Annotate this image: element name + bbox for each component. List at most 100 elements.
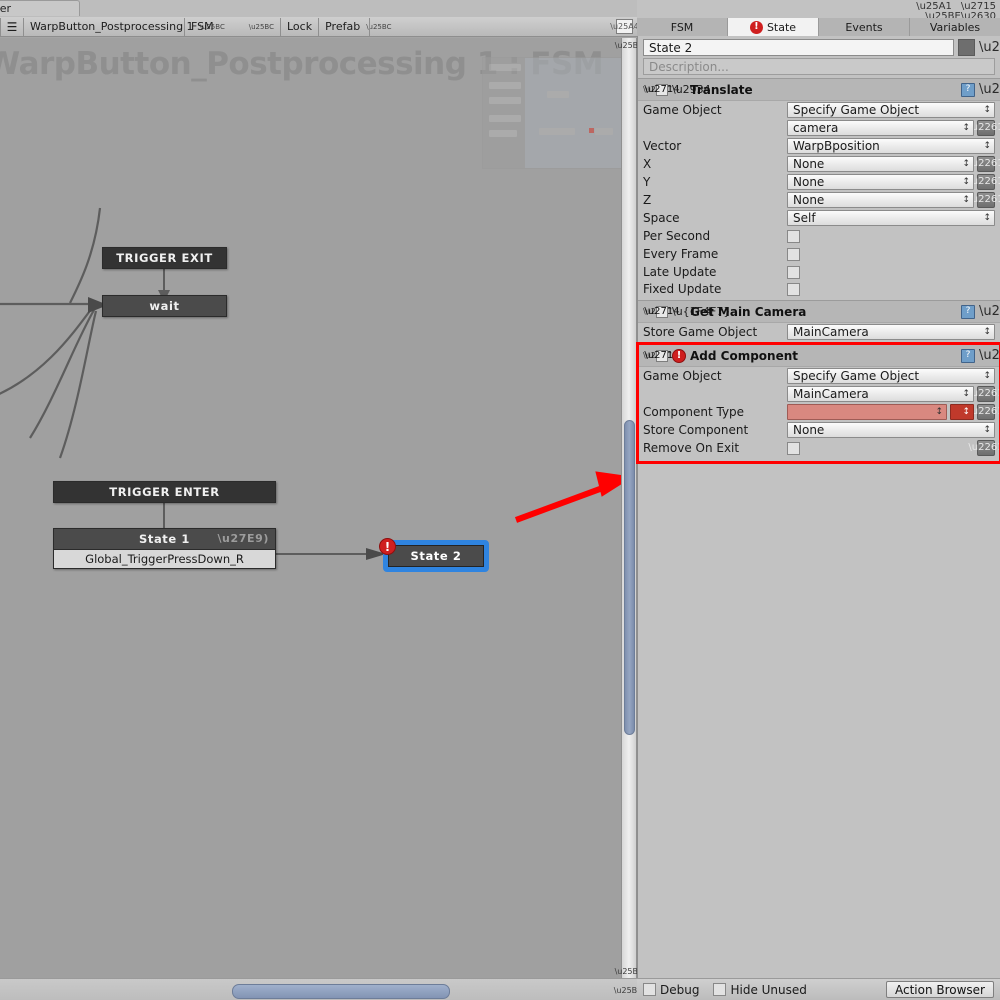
gear-icon[interactable]: \u2699\u25BE (979, 348, 1000, 363)
graph-hscroll-thumb[interactable] (232, 984, 450, 999)
layout-icon[interactable]: \u25A4 (610, 19, 639, 34)
field-row: Z None \u2261 (638, 191, 1000, 209)
field-row: Game Object Specify Game Object (638, 101, 1000, 119)
action-get-main-camera-enabled-checkbox[interactable]: \u2714 (644, 305, 680, 318)
every-frame-checkbox[interactable] (787, 247, 800, 261)
variable-menu-icon[interactable]: \u2261 (968, 174, 1000, 190)
tab-state-label: State (766, 20, 797, 34)
fsm-dropdown[interactable]: FSM \u25BC (185, 18, 280, 36)
field-row: Y None \u2261 (638, 173, 1000, 191)
add-component-game-object-dropdown[interactable]: MainCamera (787, 386, 974, 402)
variable-menu-icon[interactable]: \u2261 (968, 120, 1000, 136)
debug-toggle[interactable]: Debug (643, 983, 699, 997)
action-browser-button[interactable]: Action Browser (885, 981, 994, 998)
gear-icon[interactable]: \u2699\u25BE (979, 40, 1000, 55)
state-name-row: State 2 \u2699\u25BE (638, 36, 1000, 57)
fsm-component-dropdown[interactable]: WarpButton_Postprocessing 1 \u25BC (24, 18, 225, 36)
variable-menu-icon[interactable]: \u2261 (968, 192, 1000, 208)
variable-menu-icon[interactable]: \u2261 (968, 440, 1000, 456)
tab-variables[interactable]: Variables (910, 18, 1000, 36)
component-type-dropdown[interactable] (950, 404, 974, 420)
scroll-down-icon[interactable]: \u25BC (615, 964, 644, 978)
per-second-checkbox[interactable] (787, 229, 800, 243)
x-dropdown[interactable]: None (787, 156, 974, 172)
node-state-1-event[interactable]: Global_TriggerPressDown_R (53, 550, 276, 569)
gear-icon[interactable]: \u2699\u25BE (979, 304, 1000, 319)
game-object-value-dropdown[interactable]: camera (787, 120, 974, 136)
store-component-dropdown[interactable]: None (787, 422, 995, 438)
hide-unused-checkbox[interactable] (713, 983, 727, 996)
node-trigger-exit[interactable]: TRIGGER EXIT (102, 247, 227, 269)
node-trigger-enter[interactable]: TRIGGER ENTER (53, 481, 276, 503)
field-row: Fixed Update (638, 281, 1000, 300)
prefab-dropdown[interactable]: Prefab \u25BC (319, 18, 391, 36)
transition-edges (0, 207, 386, 560)
action-add-component-title: Add Component (690, 348, 798, 363)
graph-horizontal-scrollbar[interactable]: \u25B6 (0, 978, 643, 1000)
field-label: Remove On Exit (643, 441, 740, 455)
menu-hamburger-icon[interactable]: ☰ (1, 18, 23, 36)
fsm-graph-canvas[interactable]: WarpButton_Postprocessing 1 : FSM TRIGGE… (0, 38, 621, 978)
add-component-game-object-mode-dropdown[interactable]: Specify Game Object (787, 368, 995, 384)
tab-fsm[interactable]: FSM (637, 18, 728, 36)
variable-menu-icon[interactable]: \u2261 (968, 386, 1000, 402)
vector-dropdown[interactable]: WarpBposition (787, 138, 995, 154)
tab-events[interactable]: Events (819, 18, 910, 36)
node-wait-label: wait (102, 295, 227, 317)
action-translate-enabled-checkbox[interactable]: \u2714 (644, 83, 680, 96)
field-label: Late Update (643, 265, 717, 279)
game-object-mode-dropdown[interactable]: Specify Game Object (787, 102, 995, 118)
action-get-main-camera: \u25BC \u2714 \u{1F4F7} Get Main Camera … (638, 300, 1000, 345)
action-translate-header[interactable]: \u25BC \u2714 \u2934 Translate ? \u2699\… (638, 79, 1000, 101)
field-label: Fixed Update (643, 282, 722, 296)
fixed-update-checkbox[interactable] (787, 282, 800, 296)
y-dropdown[interactable]: None (787, 174, 974, 190)
graph-minimap (482, 57, 621, 169)
help-book-icon[interactable]: ? (961, 82, 975, 97)
scroll-right-icon[interactable]: \u25B6 (614, 983, 643, 997)
field-row: Store Game Object MainCamera (638, 323, 1000, 344)
action-add-component-header[interactable]: \u25BC \u2714 ! Add Component ? \u2699\u… (638, 345, 1000, 367)
graph-vscroll-thumb[interactable] (624, 420, 635, 735)
state-color-swatch[interactable] (958, 39, 975, 56)
action-get-main-camera-header[interactable]: \u25BC \u2714 \u{1F4F7} Get Main Camera … (638, 301, 1000, 323)
field-label: Space (643, 211, 680, 225)
node-state-2[interactable]: State 2 (383, 540, 489, 572)
translate-axis-icon: \u2934 (672, 83, 711, 96)
field-row: Every Frame (638, 245, 1000, 263)
graph-toolbar: ☰ WarpButton_Postprocessing 1 \u25BC FSM… (0, 17, 639, 37)
variable-menu-icon[interactable]: \u2261 (968, 156, 1000, 172)
debug-checkbox[interactable] (643, 983, 656, 996)
component-type-field[interactable] (787, 404, 947, 420)
node-wait[interactable]: wait (102, 295, 227, 317)
node-state-1[interactable]: State 1 \u27E9) Global_TriggerPressDown_… (53, 528, 276, 569)
field-row: Per Second (638, 227, 1000, 245)
store-game-object-dropdown[interactable]: MainCamera (787, 324, 995, 340)
late-update-checkbox[interactable] (787, 265, 800, 279)
state-name-input[interactable]: State 2 (643, 39, 954, 56)
field-label: Every Frame (643, 247, 719, 261)
remove-on-exit-checkbox[interactable] (787, 441, 800, 455)
scroll-up-icon[interactable]: \u25B2 (615, 38, 644, 52)
hide-unused-toggle[interactable]: Hide Unused (713, 983, 807, 997)
space-dropdown[interactable]: Self (787, 210, 995, 226)
field-label: Y (643, 175, 651, 189)
field-row: Store Component None (638, 421, 1000, 439)
tab-state[interactable]: ! State (728, 18, 819, 36)
field-row: Component Type \u2261 (638, 403, 1000, 421)
gear-icon[interactable]: \u2699\u25BE (979, 82, 1000, 97)
lock-button[interactable]: Lock (281, 18, 318, 36)
state-2-error-icon: ! (379, 538, 396, 555)
action-add-component-enabled-checkbox[interactable]: \u2714 (644, 349, 680, 362)
window-tab-playmaker[interactable]: aker (0, 0, 80, 16)
graph-vertical-scrollbar[interactable]: \u25B2 \u25BC (615, 38, 644, 978)
inspector-footer: Debug Hide Unused Action Browser (637, 978, 1000, 1000)
variable-menu-icon[interactable]: \u2261 (968, 404, 1000, 420)
state-description-input[interactable]: Description... (643, 58, 995, 75)
z-dropdown[interactable]: None (787, 192, 974, 208)
field-label: Store Game Object (643, 325, 758, 339)
debug-label: Debug (660, 982, 700, 997)
action-add-component-error-icon: ! (672, 348, 686, 363)
help-book-icon[interactable]: ? (961, 348, 975, 363)
help-book-icon[interactable]: ? (961, 304, 975, 319)
